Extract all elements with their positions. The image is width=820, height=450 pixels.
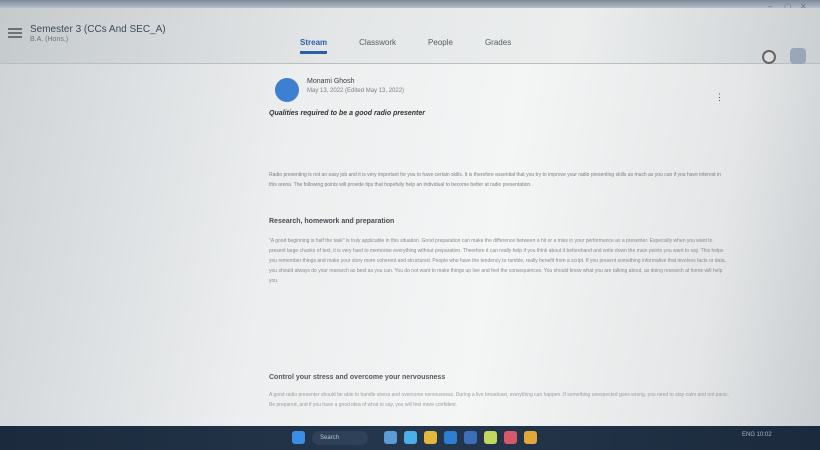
post-paragraph: "A good beginning is half the task" is t… [269,238,726,284]
apps-icon[interactable] [790,48,806,64]
edge-icon[interactable] [444,431,457,444]
chat-icon[interactable] [404,431,417,444]
tab-stream[interactable]: Stream [300,34,328,54]
system-tray[interactable]: ENG 10:02 [742,432,772,438]
post-paragraph: A good radio presenter should be able to… [269,392,730,408]
classroom-header: Semester 3 (CCs And SEC_A) B.A. (Hons.) … [0,8,820,64]
chrome-icon[interactable] [484,431,497,444]
taskbar: Search ENG 10:02 [0,426,820,450]
task-view-icon[interactable] [384,431,397,444]
post-heading: Qualities required to be a good radio pr… [269,110,425,117]
app-icon[interactable] [524,431,537,444]
settings-icon[interactable] [762,50,776,64]
bezel-top [0,0,820,8]
avatar [275,78,299,102]
tab-classwork[interactable]: Classwork [359,34,396,54]
app-icon[interactable] [504,431,517,444]
browser-screen: Semester 3 (CCs And SEC_A) B.A. (Hons.) … [0,8,820,426]
start-icon[interactable] [292,431,305,444]
store-icon[interactable] [464,431,477,444]
menu-icon[interactable] [8,28,22,38]
course-subtitle: B.A. (Hons.) [30,36,69,43]
taskbar-search[interactable]: Search [312,431,368,445]
course-title[interactable]: Semester 3 (CCs And SEC_A) [30,24,166,35]
post-paragraph: Radio presenting is not an easy job and … [269,172,721,188]
more-options-icon[interactable]: ⋮ [715,92,724,103]
section-heading: Control your stress and overcome your ne… [269,374,446,381]
tab-people[interactable]: People [428,34,453,54]
section-heading: Research, homework and preparation [269,218,395,225]
nav-tabs: Stream Classwork People Grades [300,34,543,54]
post-date: May 13, 2022 (Edited May 13, 2022) [307,88,405,94]
post-author: Monami Ghosh [307,78,355,85]
tab-grades[interactable]: Grades [485,34,511,54]
file-explorer-icon[interactable] [424,431,437,444]
